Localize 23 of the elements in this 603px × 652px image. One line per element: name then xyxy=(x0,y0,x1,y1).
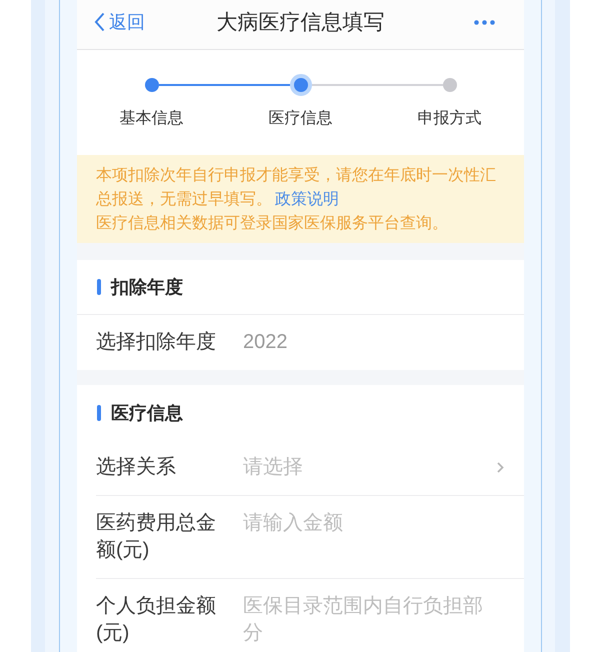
back-button[interactable]: 返回 xyxy=(94,10,145,34)
section-marker-icon xyxy=(97,279,101,295)
notice-text: 医疗信息相关数据可登录国家医保服务平台查询。 xyxy=(96,214,449,234)
step-label: 申报方式 xyxy=(418,108,482,129)
policy-link[interactable]: 政策说明 xyxy=(275,191,339,208)
step-label: 基本信息 xyxy=(120,108,184,129)
notice-text: 本项扣除次年自行申报才能享受，请您在年底时一次性汇总报送，无需过早填写。 政策说明 xyxy=(96,166,497,210)
section-title: 扣除年度 xyxy=(111,276,183,299)
field-label: 选择关系 xyxy=(96,455,177,480)
more-icon[interactable] xyxy=(474,20,495,24)
field-label: 医药费用总金额(元) xyxy=(96,511,217,563)
chevron-right-icon xyxy=(497,462,504,473)
chevron-left-icon xyxy=(94,12,105,32)
field-label: 选择扣除年度 xyxy=(96,330,217,355)
input-field[interactable]: 医保目录范围内自行负担部分 xyxy=(243,593,493,647)
picker-field[interactable]: 2022 xyxy=(243,329,423,356)
input-field[interactable]: 请输入金额 xyxy=(243,510,493,564)
step-label: 医疗信息 xyxy=(268,108,332,129)
select-field[interactable]: 请选择 xyxy=(243,454,475,481)
section-title: 医疗信息 xyxy=(111,402,183,424)
page-title: 大病医疗信息填写 xyxy=(216,10,384,36)
section-marker-icon xyxy=(97,404,101,420)
field-label: 个人负担金额(元) xyxy=(96,594,217,646)
